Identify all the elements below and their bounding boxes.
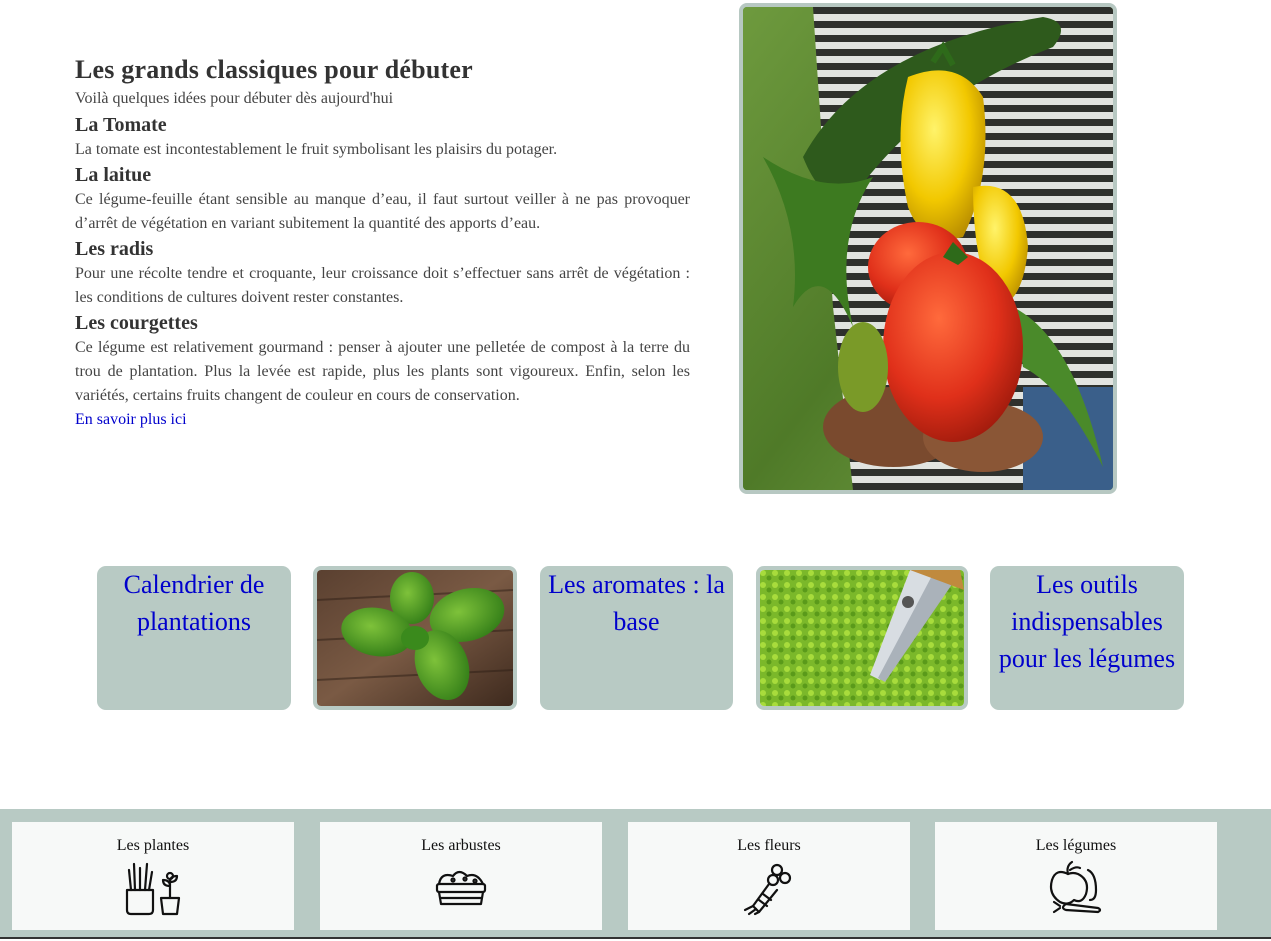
card-aromates[interactable]: Les aromates : la base [540,566,733,710]
footer-item-plantes[interactable]: Les plantes [12,822,294,930]
section-heading-tomate: La Tomate [75,114,167,136]
calendar-link[interactable]: Calendrier de plantations [97,566,291,640]
bouquet-icon [743,863,792,916]
potted-plants-icon [125,862,181,916]
garden-shears-image [756,566,968,710]
section-text-radis: Pour une récolte tendre et croquante, le… [75,265,690,306]
footer-label-plantes: Les plantes [116,837,190,854]
card-calendar[interactable]: Calendrier de plantations [97,566,291,710]
footer-item-legumes[interactable]: Les légumes [935,822,1217,930]
outils-link[interactable]: Les outils indispensables pour les légum… [990,566,1184,677]
article-intro: Voilà quelques idées pour débuter dès au… [75,90,394,107]
section-heading-laitue: La laitue [75,164,152,186]
section-heading-radis: Les radis [75,238,154,260]
footer-label-fleurs: Les fleurs [737,837,801,854]
footer-categories: Les plantes Les arbustes Les fleurs Les … [0,809,1271,939]
footer-item-fleurs[interactable]: Les fleurs [628,822,910,930]
section-text-laitue: Ce légume-feuille étant sensible au manq… [75,191,690,232]
section-text-courgettes: Ce légume est relativement gourmand : pe… [75,339,690,404]
footer-label-arbustes: Les arbustes [421,837,501,854]
card-outils[interactable]: Les outils indispensables pour les légum… [990,566,1184,710]
footer-label-legumes: Les légumes [1035,837,1117,854]
vegetables-icon [1049,860,1102,914]
planter-box-icon [435,870,487,906]
basil-image [313,566,517,710]
footer-item-arbustes[interactable]: Les arbustes [320,822,602,930]
aromates-link[interactable]: Les aromates : la base [540,566,733,640]
section-text-tomate: La tomate est incontestablement le fruit… [75,141,558,158]
more-info-link[interactable]: En savoir plus ici [75,408,187,432]
article-title: Les grands classiques pour débuter [75,55,473,84]
vegetables-basket-image [739,3,1117,494]
article: Les grands classiques pour débuter Voilà… [75,54,690,432]
section-heading-courgettes: Les courgettes [75,312,198,334]
